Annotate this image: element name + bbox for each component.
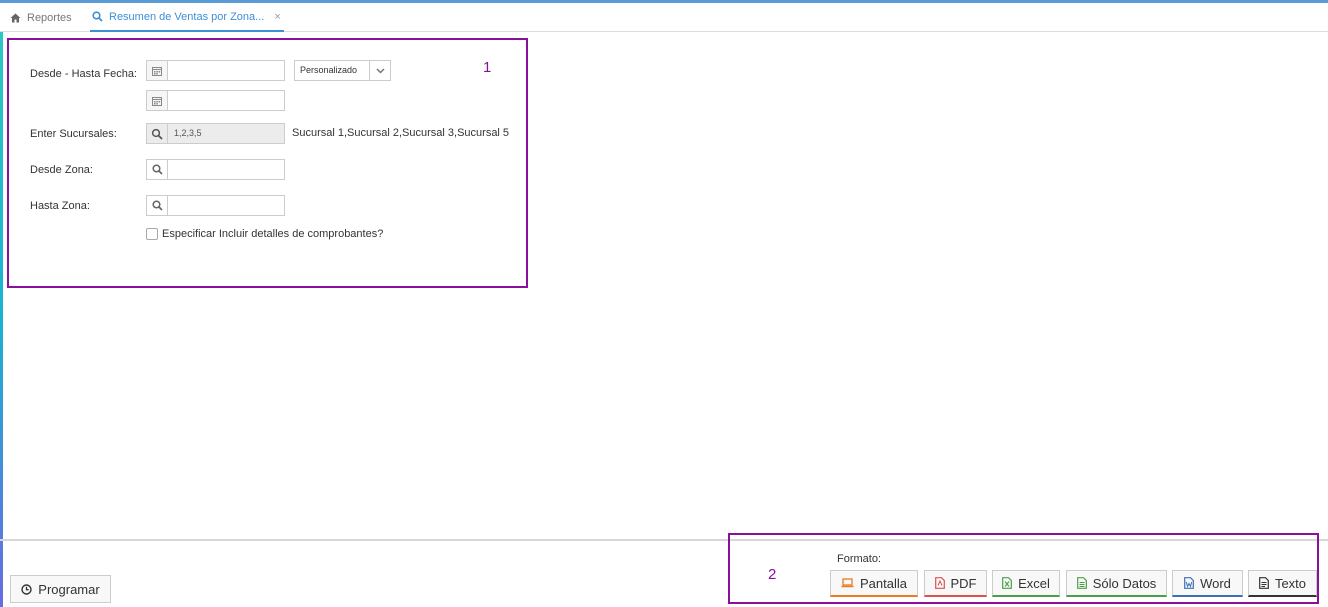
sucursales-field[interactable]: 1,2,3,5 [146,123,285,144]
pdf-button-label: PDF [950,575,977,591]
solo-datos-button-label: Sólo Datos [1092,575,1157,591]
programar-button-label: Programar [38,581,100,597]
excel-button-label: Excel [1018,575,1050,591]
calendar-icon[interactable] [147,61,168,80]
word-button-label: Word [1200,575,1231,591]
texto-button-label: Texto [1274,575,1307,591]
formato-label: Formato: [837,553,882,565]
desde-zona-label: Desde Zona: [30,164,93,176]
solo-datos-button[interactable]: Sólo Datos [1066,570,1167,597]
sucursales-label: Enter Sucursales: [30,128,117,140]
search-icon[interactable] [147,160,168,179]
word-button[interactable]: Word [1172,570,1243,597]
excel-button[interactable]: Excel [992,570,1060,597]
detalles-checkbox[interactable] [146,228,158,240]
hasta-zona-label: Hasta Zona: [30,200,90,212]
tab-resumen-ventas-label: Resumen de Ventas por Zona... [109,10,265,23]
fecha-label: Desde - Hasta Fecha: [30,68,137,80]
tab-bar: Reportes Resumen de Ventas por Zona... × [0,3,1328,32]
pdf-file-icon [934,577,945,589]
sucursales-input[interactable]: 1,2,3,5 [168,124,284,143]
search-icon [92,11,103,22]
clock-icon [21,583,32,595]
tab-reportes-label: Reportes [27,11,72,24]
fecha-desde-input[interactable] [168,61,284,80]
fecha-hasta-field[interactable] [146,90,285,111]
text-file-icon [1259,577,1269,589]
annotation-marker-2: 2 [768,566,777,583]
search-icon[interactable] [147,196,168,215]
data-file-icon [1076,577,1087,589]
annotation-marker-1: 1 [483,59,492,76]
periodo-select-value: Personalizado [300,65,358,75]
calendar-icon[interactable] [147,91,168,110]
detalles-checkbox-label[interactable]: Especificar Incluir detalles de comproba… [162,228,383,240]
fecha-desde-field[interactable] [146,60,285,81]
hasta-zona-field[interactable] [146,195,285,216]
tab-reportes[interactable]: Reportes [10,3,72,32]
close-icon[interactable]: × [274,11,280,23]
tab-resumen-ventas[interactable]: Resumen de Ventas por Zona... × [90,3,284,32]
programar-button[interactable]: Programar [10,575,111,603]
word-file-icon [1184,577,1194,589]
hasta-zona-input[interactable] [168,196,284,215]
home-icon [10,13,21,23]
left-accent-bar [0,32,3,607]
pantalla-button[interactable]: Pantalla [830,570,918,597]
periodo-select[interactable]: Personalizado [294,60,391,81]
chevron-down-icon [369,61,390,80]
pdf-button[interactable]: PDF [924,570,987,597]
laptop-icon [841,578,854,588]
texto-button[interactable]: Texto [1248,570,1317,597]
pantalla-button-label: Pantalla [860,575,907,591]
desde-zona-field[interactable] [146,159,285,180]
search-multi-icon[interactable] [147,124,168,143]
fecha-hasta-input[interactable] [168,91,284,110]
excel-file-icon [1002,577,1012,589]
desde-zona-input[interactable] [168,160,284,179]
sucursales-description: Sucursal 1,Sucursal 2,Sucursal 3,Sucursa… [292,127,510,139]
